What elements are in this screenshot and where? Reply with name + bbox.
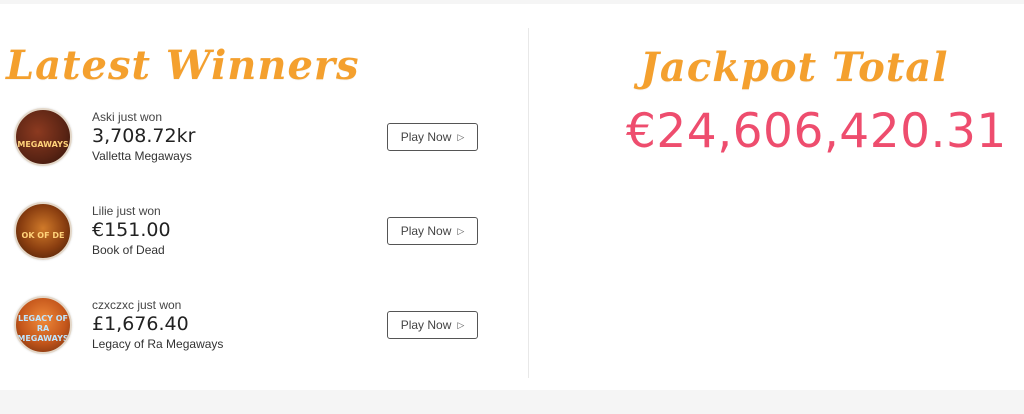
play-now-button[interactable]: Play Now ▷ — [387, 123, 478, 151]
game-thumbnail[interactable]: LEGACY OF RA MEGAWAYS — [14, 296, 72, 354]
latest-winners-title: Latest Winners — [6, 42, 360, 89]
jackpot-total-title: Jackpot Total — [640, 44, 949, 91]
play-now-button[interactable]: Play Now ▷ — [387, 311, 478, 339]
winners-panel: Latest Winners MEGAWAYS Aski just won 3,… — [0, 4, 1024, 390]
game-name: Valletta Megaways — [92, 149, 192, 163]
winner-name: Lilie just won — [92, 204, 161, 218]
play-now-label: Play Now — [400, 224, 452, 238]
thumbnail-text: MEGAWAYS — [17, 140, 69, 149]
winner-item: LEGACY OF RA MEGAWAYS czxczxc just won £… — [0, 296, 528, 366]
play-triangle-icon: ▷ — [457, 131, 465, 142]
game-thumbnail[interactable]: MEGAWAYS — [14, 108, 72, 166]
win-amount: 3,708.72kr — [92, 125, 196, 147]
play-triangle-icon: ▷ — [457, 319, 465, 330]
win-amount: £1,676.40 — [92, 313, 189, 335]
play-now-label: Play Now — [400, 318, 452, 332]
play-now-button[interactable]: Play Now ▷ — [387, 217, 478, 245]
winner-item: MEGAWAYS Aski just won 3,708.72kr Vallet… — [0, 108, 528, 178]
vertical-divider — [528, 28, 529, 378]
jackpot-amount: €24,606,420.31 — [626, 104, 1007, 159]
game-thumbnail[interactable]: OK OF DE — [14, 202, 72, 260]
thumbnail-text: LEGACY OF RA MEGAWAYS — [17, 314, 69, 343]
winner-name: czxczxc just won — [92, 298, 182, 312]
game-name: Legacy of Ra Megaways — [92, 337, 224, 351]
winner-item: OK OF DE Lilie just won €151.00 Book of … — [0, 202, 528, 272]
win-amount: €151.00 — [92, 219, 171, 241]
play-triangle-icon: ▷ — [457, 225, 465, 236]
game-name: Book of Dead — [92, 243, 165, 257]
thumbnail-text: OK OF DE — [21, 231, 65, 240]
winner-name: Aski just won — [92, 110, 163, 124]
play-now-label: Play Now — [400, 130, 452, 144]
